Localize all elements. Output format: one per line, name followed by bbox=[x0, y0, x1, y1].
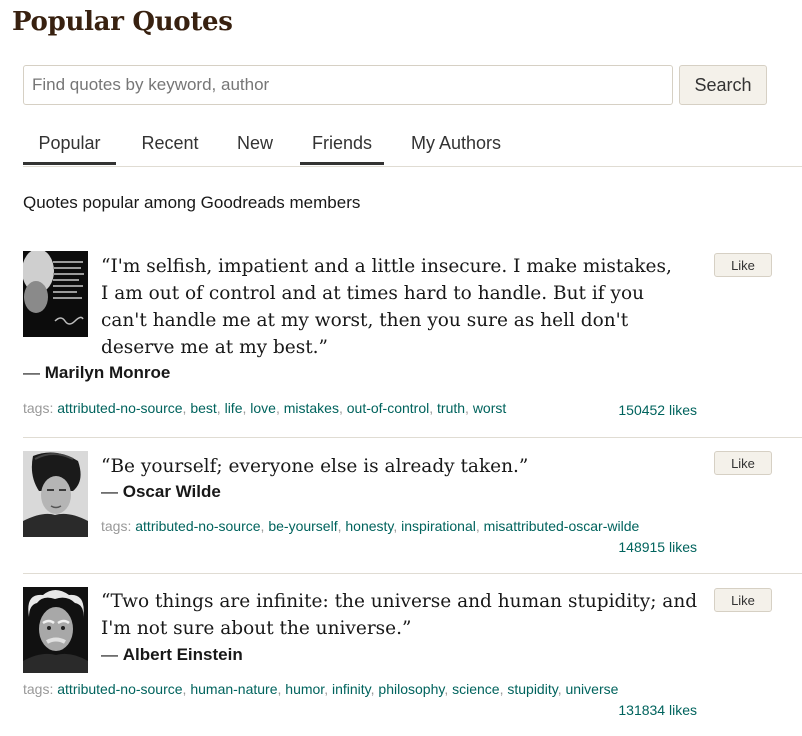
tag-link[interactable]: human-nature bbox=[190, 681, 277, 697]
author-dash: ― bbox=[101, 645, 118, 664]
author-dash: ― bbox=[101, 482, 118, 501]
tag-link[interactable]: universe bbox=[565, 681, 618, 697]
author-photo[interactable] bbox=[23, 251, 88, 337]
quote-text: “Two things are infinite: the universe a… bbox=[101, 591, 698, 639]
tab-bar: Popular Recent New Friends My Authors bbox=[23, 125, 802, 167]
divider bbox=[23, 573, 802, 574]
tag-link[interactable]: infinity bbox=[332, 681, 371, 697]
author-photo[interactable] bbox=[23, 451, 88, 537]
marilyn-monroe-photo-icon bbox=[23, 251, 88, 337]
tag-link[interactable]: science bbox=[452, 681, 499, 697]
tags-label: tags: bbox=[101, 518, 132, 534]
oscar-wilde-photo-icon bbox=[23, 451, 88, 537]
quote-text: “Be yourself; everyone else is already t… bbox=[101, 456, 529, 477]
tag-link[interactable]: love bbox=[250, 400, 276, 416]
tag-link[interactable]: best bbox=[190, 400, 216, 416]
likes-count[interactable]: 150452 likes bbox=[577, 402, 697, 418]
likes-count[interactable]: 131834 likes bbox=[577, 702, 697, 718]
author-dash: ― bbox=[23, 363, 40, 382]
tags-list: tags: attributed-no-source, human-nature… bbox=[23, 681, 619, 697]
tags-list: tags: attributed-no-source, be-yourself,… bbox=[101, 518, 640, 534]
tag-link[interactable]: humor bbox=[285, 681, 324, 697]
page-subheading: Quotes popular among Goodreads members bbox=[23, 193, 361, 212]
tab-recent[interactable]: Recent bbox=[126, 133, 214, 165]
quote-item: “Two things are infinite: the universe a… bbox=[23, 587, 802, 722]
tag-link[interactable]: honesty bbox=[345, 518, 393, 534]
tag-link[interactable]: philosophy bbox=[378, 681, 444, 697]
page-title: Popular Quotes bbox=[12, 7, 233, 37]
tab-new[interactable]: New bbox=[224, 133, 286, 165]
tab-friends[interactable]: Friends bbox=[300, 133, 384, 165]
quote-author: ― Albert Einstein bbox=[101, 645, 243, 665]
quote-text: “I'm selfish, impatient and a little ins… bbox=[101, 256, 672, 358]
tags-label: tags: bbox=[23, 681, 54, 697]
tag-link[interactable]: life bbox=[225, 400, 243, 416]
author-name[interactable]: Oscar Wilde bbox=[123, 482, 221, 501]
like-button[interactable]: Like bbox=[714, 253, 772, 277]
tag-link[interactable]: misattributed-oscar-wilde bbox=[484, 518, 640, 534]
author-photo[interactable] bbox=[23, 587, 88, 673]
tag-link[interactable]: inspirational bbox=[401, 518, 476, 534]
tag-link[interactable]: attributed-no-source bbox=[135, 518, 260, 534]
tag-link[interactable]: attributed-no-source bbox=[57, 681, 182, 697]
divider bbox=[23, 437, 802, 438]
like-button[interactable]: Like bbox=[714, 451, 772, 475]
tag-link[interactable]: stupidity bbox=[507, 681, 557, 697]
like-button[interactable]: Like bbox=[714, 588, 772, 612]
search-input[interactable] bbox=[23, 65, 673, 105]
tag-link[interactable]: attributed-no-source bbox=[57, 400, 182, 416]
tag-link[interactable]: mistakes bbox=[284, 400, 339, 416]
tab-popular[interactable]: Popular bbox=[23, 133, 116, 165]
tags-label: tags: bbox=[23, 400, 54, 416]
likes-count[interactable]: 148915 likes bbox=[577, 539, 697, 555]
search-button[interactable]: Search bbox=[679, 65, 767, 105]
tag-link[interactable]: worst bbox=[473, 400, 506, 416]
author-name[interactable]: Albert Einstein bbox=[123, 645, 243, 664]
quote-author: ― Oscar Wilde bbox=[101, 482, 221, 502]
tag-link[interactable]: out-of-control bbox=[347, 400, 429, 416]
quote-item: “Be yourself; everyone else is already t… bbox=[23, 451, 802, 566]
tags-list: tags: attributed-no-source, best, life, … bbox=[23, 400, 507, 416]
tag-link[interactable]: truth bbox=[437, 400, 465, 416]
tab-my-authors[interactable]: My Authors bbox=[400, 133, 512, 165]
author-name[interactable]: Marilyn Monroe bbox=[45, 363, 171, 382]
albert-einstein-photo-icon bbox=[23, 587, 88, 673]
quote-item: “I'm selfish, impatient and a little ins… bbox=[23, 251, 802, 431]
tag-link[interactable]: be-yourself bbox=[268, 518, 337, 534]
quote-author: ― Marilyn Monroe bbox=[23, 363, 170, 383]
